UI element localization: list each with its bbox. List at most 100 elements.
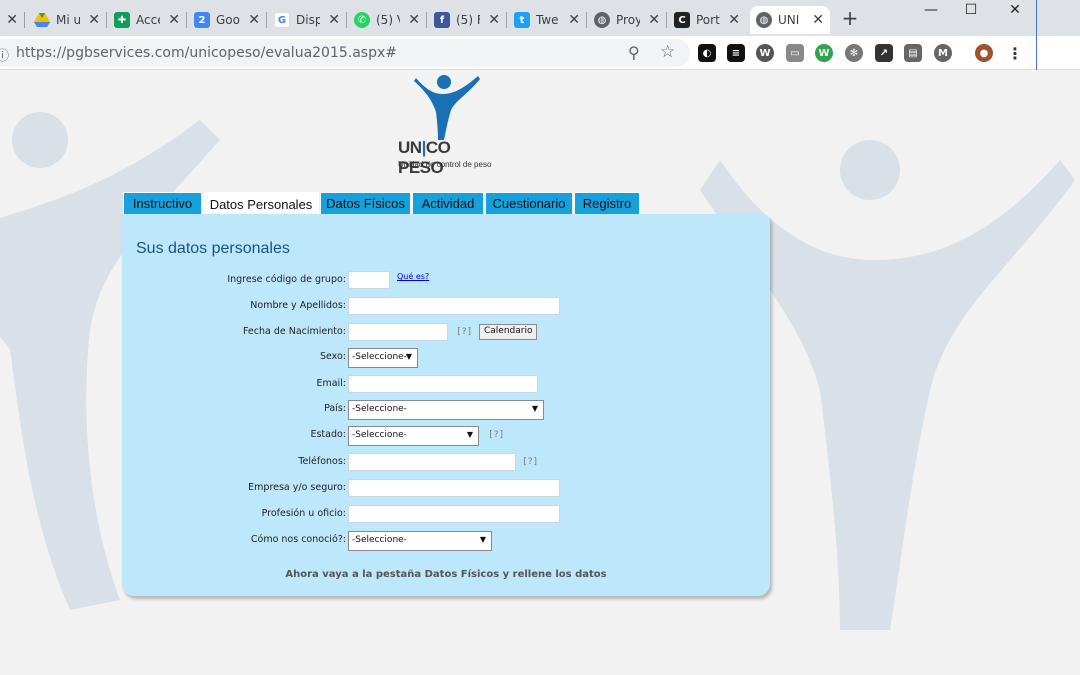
browser-tab-title: Port [696, 13, 720, 27]
browser-tab-9[interactable]: C Port ✕ [668, 6, 746, 34]
extension-chart-icon[interactable]: ↗ [875, 44, 893, 62]
browser-tab-active[interactable]: ◍ UNI ✕ [750, 6, 830, 34]
birth-date-help[interactable]: [?] [456, 327, 472, 337]
group-code-row: Ingrese código de grupo: Qué es? [122, 271, 770, 291]
page-title: Sus datos personales [136, 240, 290, 257]
close-window-icon[interactable]: ✕ [992, 0, 1038, 22]
close-tab-icon[interactable]: ✕ [248, 12, 260, 28]
state-help[interactable]: [?] [488, 430, 504, 440]
dropdown-arrow-icon: ▼ [466, 430, 473, 439]
bookmark-star-icon[interactable]: ☆ [660, 42, 675, 62]
state-label: Estado: [310, 429, 346, 440]
tab-registro[interactable]: Registro [574, 192, 640, 214]
close-tab-icon[interactable]: ✕ [6, 12, 18, 28]
unicopeso-logo: UN|CO PESO Unidad de control de peso [396, 72, 496, 177]
tab-datos-personales[interactable]: Datos Personales [203, 192, 319, 215]
calendar-button[interactable]: Calendario [479, 324, 538, 340]
browser-tab-title: Mi u [56, 13, 80, 27]
google-drive-icon [34, 12, 50, 28]
source-select-value: -Seleccione- [352, 535, 407, 545]
close-tab-icon[interactable]: ✕ [408, 12, 420, 28]
browser-tab-4[interactable]: G Disp ✕ [268, 6, 347, 34]
profession-input[interactable] [348, 505, 560, 523]
profile-avatar-icon[interactable]: ● [975, 44, 993, 62]
close-tab-icon[interactable]: ✕ [728, 12, 740, 28]
country-label: País: [324, 403, 346, 414]
profession-row: Profesión u oficio: [122, 505, 770, 525]
browser-tabstrip: ✕ Mi u ✕ ✚ Acce ✕ 2 Goo ✕ G Disp ✕ ✆ (5)… [0, 0, 1080, 36]
extension-wordpress-icon[interactable]: W [756, 44, 774, 62]
birth-date-label: Fecha de Nacimiento: [242, 326, 346, 337]
browser-tab-3[interactable]: 2 Goo ✕ [188, 6, 267, 34]
browser-tab-1[interactable]: Mi u ✕ [28, 6, 107, 34]
maximize-icon[interactable]: ☐ [948, 0, 994, 22]
group-code-help-link[interactable]: Qué es? [397, 272, 429, 281]
dropdown-arrow-icon: ▼ [405, 352, 412, 361]
close-tab-icon[interactable]: ✕ [648, 12, 660, 28]
browser-tab-5[interactable]: ✆ (5) V ✕ [348, 6, 427, 34]
email-input[interactable] [348, 375, 538, 393]
sex-label: Sexo: [319, 351, 346, 362]
browser-tab-7[interactable]: t Twe ✕ [508, 6, 587, 34]
extension-m-icon[interactable]: M [934, 44, 952, 62]
close-tab-icon[interactable]: ✕ [88, 12, 100, 28]
name-input[interactable] [348, 297, 560, 315]
tab-cuestionario[interactable]: Cuestionario [485, 192, 573, 214]
browser-tab-6[interactable]: f (5) F ✕ [428, 6, 507, 34]
browser-tab-title: UNI [778, 13, 800, 27]
browser-tab-0[interactable]: ✕ [0, 6, 25, 34]
state-select[interactable]: -Seleccione- ▼ [348, 426, 479, 446]
name-label: Nombre y Apellidos: [250, 300, 346, 311]
sex-row: Sexo: -Seleccione- ▼ [122, 348, 770, 368]
email-label: Email: [316, 378, 346, 389]
birth-date-input[interactable] [348, 323, 448, 341]
extension-screen-icon[interactable]: ▭ [786, 44, 804, 62]
address-bar[interactable]: ⓘ https://pgbservices.com/unicopeso/eval… [0, 39, 690, 67]
name-row: Nombre y Apellidos: [122, 297, 770, 317]
google-icon: G [274, 12, 290, 28]
google-calendar-icon: 2 [194, 12, 210, 28]
address-url[interactable]: https://pgbservices.com/unicopeso/evalua… [16, 45, 397, 61]
source-select[interactable]: -Seleccione- ▼ [348, 531, 492, 551]
page-body: UN|CO PESO Unidad de control de peso Ins… [0, 70, 1080, 675]
zoom-icon[interactable]: ⚲ [628, 43, 640, 62]
country-select[interactable]: -Seleccione- ▼ [348, 400, 544, 420]
birth-date-row: Fecha de Nacimiento: [?] Calendario [122, 323, 770, 343]
phones-input[interactable] [348, 453, 516, 471]
close-tab-icon[interactable]: ✕ [488, 12, 500, 28]
close-tab-icon[interactable]: ✕ [328, 12, 340, 28]
browser-tab-title: Disp [296, 13, 320, 27]
country-select-value: -Seleccione- [352, 404, 407, 414]
browser-tab-8[interactable]: ◍ Proy ✕ [588, 6, 667, 34]
tab-datos-fisicos[interactable]: Datos Físicos [320, 192, 411, 214]
extension-folder-icon[interactable]: ▤ [904, 44, 922, 62]
personal-data-panel: Sus datos personales Ingrese código de g… [122, 214, 770, 596]
sex-select[interactable]: -Seleccione- ▼ [348, 348, 418, 368]
company-row: Empresa y/o seguro: [122, 479, 770, 499]
email-row: Email: [122, 375, 770, 395]
logo-word-left: UN [398, 138, 422, 157]
extension-wp-green-icon[interactable]: W [815, 44, 833, 62]
company-input[interactable] [348, 479, 560, 497]
extension-owl-icon[interactable]: ◐ [698, 44, 716, 62]
close-tab-icon[interactable]: ✕ [812, 12, 824, 28]
close-tab-icon[interactable]: ✕ [168, 12, 180, 28]
tab-actividad[interactable]: Actividad [412, 192, 484, 214]
info-icon[interactable]: ⓘ [0, 45, 9, 64]
browser-tab-title: Acce [136, 13, 160, 27]
dropdown-arrow-icon: ▼ [531, 404, 538, 413]
phones-help[interactable]: [?] [522, 457, 538, 467]
close-tab-icon[interactable]: ✕ [568, 12, 580, 28]
browser-tab-title: Goo [216, 13, 240, 27]
browser-tab-title: (5) V [376, 13, 400, 27]
logo-tagline: Unidad de control de peso [398, 160, 492, 169]
browser-tab-2[interactable]: ✚ Acce ✕ [108, 6, 187, 34]
menu-kebab-icon[interactable]: ⋮ [1006, 44, 1024, 63]
phones-row: Teléfonos: [?] [122, 453, 770, 473]
extension-aperture-icon[interactable]: ✻ [845, 44, 863, 62]
tab-instructivo[interactable]: Instructivo [123, 192, 202, 214]
new-tab-button[interactable]: + [838, 6, 862, 30]
extension-layers-icon[interactable]: ≡ [727, 44, 745, 62]
country-row: País: -Seleccione- ▼ [122, 400, 770, 420]
group-code-input[interactable] [348, 271, 390, 289]
